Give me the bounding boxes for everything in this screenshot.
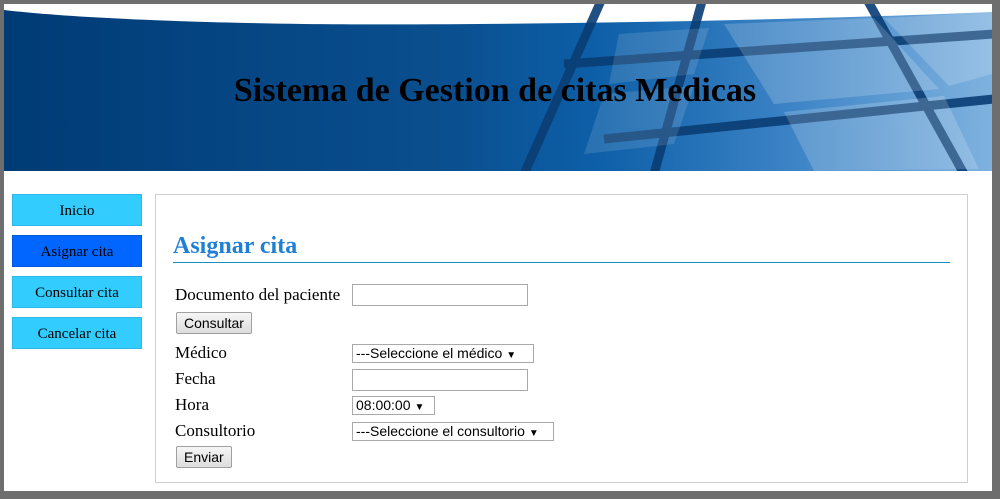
dropdown-arrow-icon: ▼ — [528, 428, 539, 439]
date-label: Fecha — [175, 369, 216, 388]
sidebar-nav: Inicio Asignar cita Consultar cita Cance… — [12, 194, 144, 358]
main-content: Asignar cita Documento del paciente Cons… — [155, 194, 968, 483]
office-select[interactable]: ---Seleccione el consultorio ▼ — [352, 422, 554, 441]
time-label: Hora — [175, 395, 209, 414]
doctor-label: Médico — [175, 343, 227, 362]
date-input[interactable] — [352, 369, 528, 391]
nav-item-cancelar-cita[interactable]: Cancelar cita — [12, 317, 142, 349]
dropdown-arrow-icon: ▼ — [506, 350, 517, 361]
patient-document-label: Documento del paciente — [175, 285, 341, 304]
doctor-select-value: ---Seleccione el médico — [356, 345, 503, 361]
time-select-value: 08:00:00 — [356, 397, 411, 413]
patient-document-input[interactable] — [352, 284, 528, 306]
time-select[interactable]: 08:00:00 ▼ — [352, 396, 435, 415]
nav-item-consultar-cita[interactable]: Consultar cita — [12, 276, 142, 308]
page-frame: Sistema de Gestion de citas Medicas Inic… — [4, 4, 992, 491]
nav-item-inicio[interactable]: Inicio — [12, 194, 142, 226]
consult-button[interactable]: Consultar — [176, 312, 252, 334]
page-heading: Asignar cita — [173, 231, 950, 263]
office-label: Consultorio — [175, 421, 256, 440]
app-title: Sistema de Gestion de citas Medicas — [233, 72, 757, 109]
office-select-value: ---Seleccione el consultorio — [356, 423, 525, 439]
nav-item-asignar-cita[interactable]: Asignar cita — [12, 235, 142, 267]
dropdown-arrow-icon: ▼ — [414, 402, 425, 413]
doctor-select[interactable]: ---Seleccione el médico ▼ — [352, 344, 534, 363]
submit-button[interactable]: Enviar — [176, 446, 232, 468]
header-banner: Sistema de Gestion de citas Medicas — [4, 4, 992, 171]
